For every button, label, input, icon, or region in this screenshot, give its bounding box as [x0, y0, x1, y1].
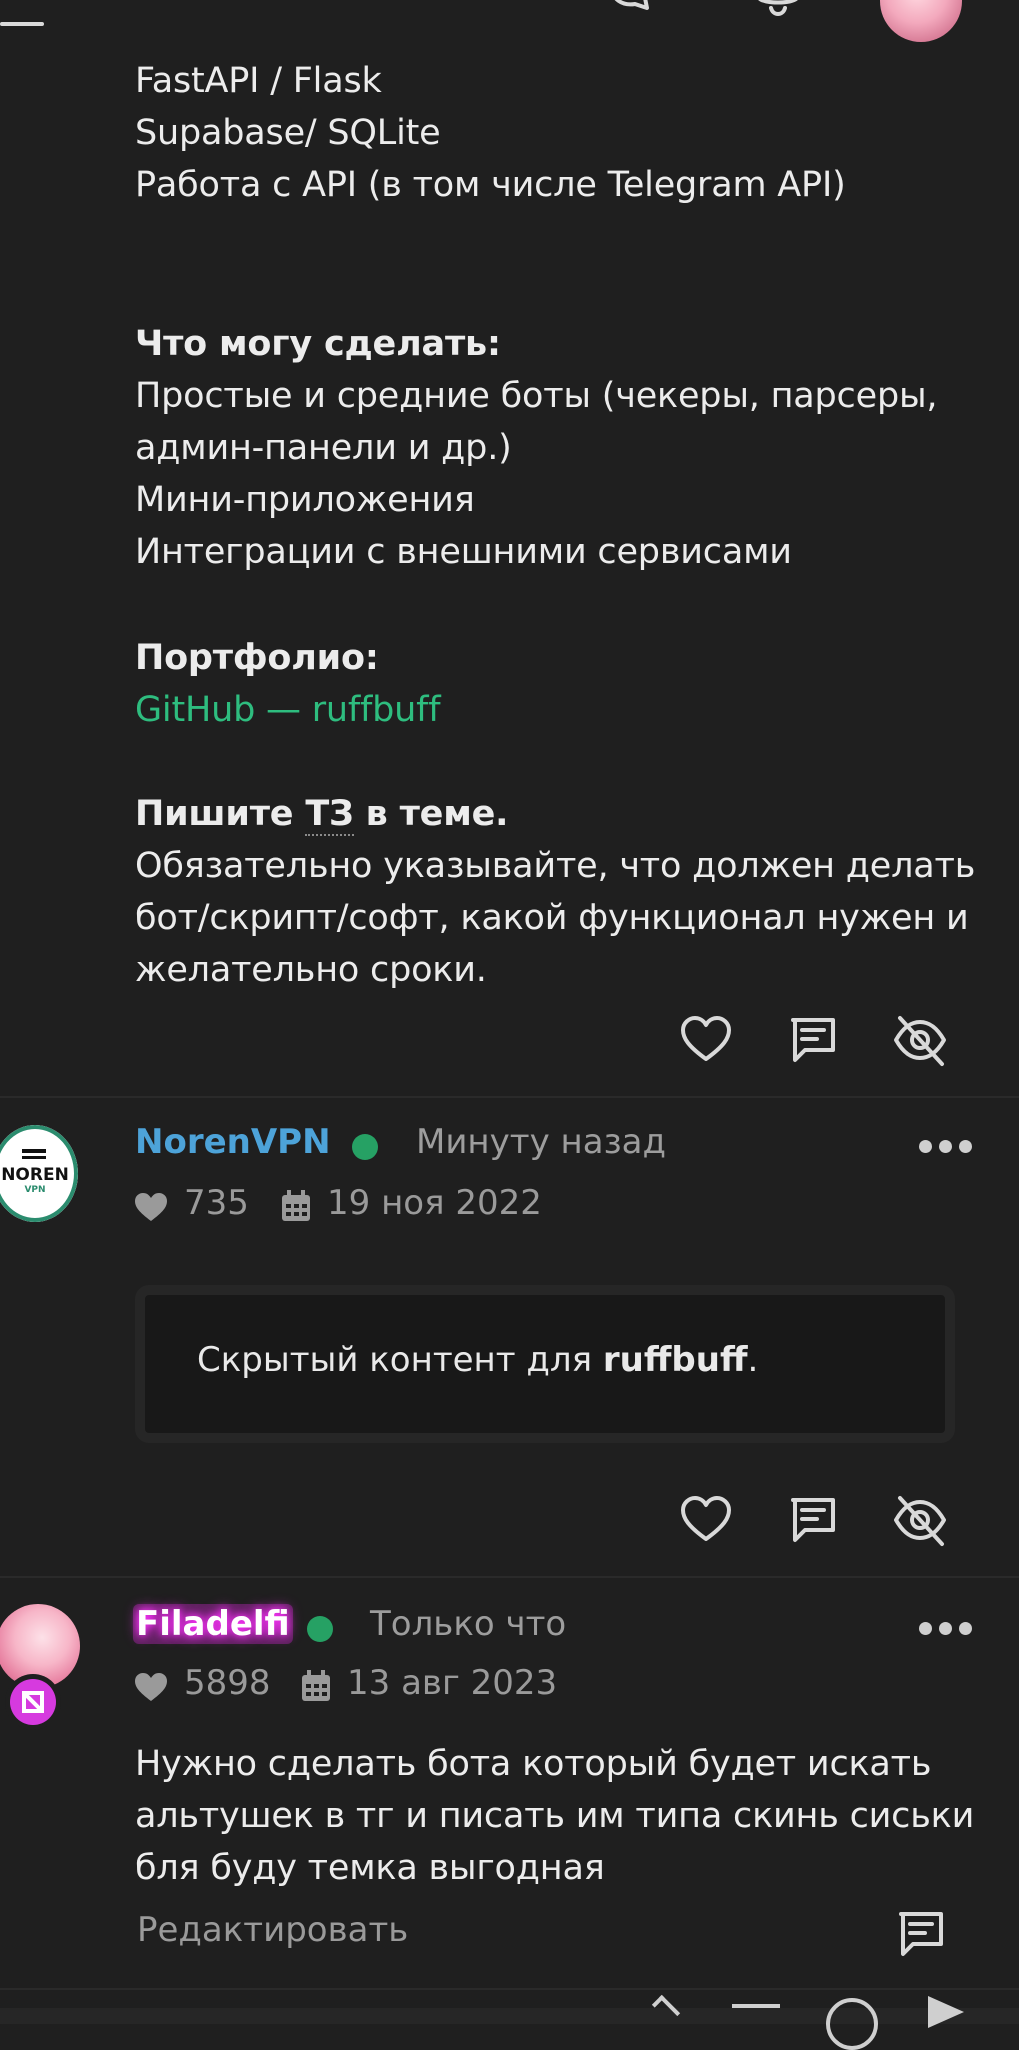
hidden-suffix: . — [747, 1340, 759, 1380]
torii-icon — [22, 1149, 46, 1159]
hidden-content-box: Скрытый контент для ruffbuff. — [135, 1285, 955, 1443]
avatar-subtext: VPN — [24, 1185, 46, 1195]
post-line: Интеграции с внешними сервисами — [135, 532, 792, 572]
hide-button[interactable] — [892, 1492, 948, 1548]
post-line: Обязательно указывайте, что должен делат… — [135, 846, 976, 886]
post-line: Мини-приложения — [135, 480, 475, 520]
more-icon[interactable] — [919, 1622, 973, 1636]
user-avatar[interactable] — [880, 0, 962, 42]
heading-text: в теме. — [353, 794, 509, 834]
eye-off-icon — [894, 1016, 946, 1066]
list-icon[interactable] — [732, 2004, 780, 2008]
edit-link[interactable]: Редактировать — [137, 1910, 408, 1950]
comment-icon — [791, 1018, 835, 1062]
post-time[interactable]: Только что — [370, 1604, 566, 1644]
menu-icon[interactable] — [0, 0, 44, 30]
editor-toolbar — [0, 1994, 1019, 2050]
likes-count: 5898 — [184, 1663, 271, 1703]
divider — [0, 1096, 1019, 1098]
divider — [0, 1576, 1019, 1578]
like-button[interactable] — [678, 1492, 734, 1548]
online-indicator — [307, 1616, 333, 1642]
likes-count: 735 — [184, 1183, 249, 1223]
avatar-text: NOREN — [1, 1165, 69, 1185]
calendar-icon — [281, 1190, 311, 1222]
section-heading: Портфолио: — [135, 638, 379, 678]
eye-off-icon — [894, 1496, 946, 1546]
bell-icon[interactable] — [753, 0, 803, 24]
divider — [0, 1988, 1019, 1990]
online-indicator — [352, 1134, 378, 1160]
send-icon[interactable] — [928, 1996, 964, 2028]
abbr-tz[interactable]: ТЗ — [305, 794, 354, 836]
comment-line: Нужно сделать бота который будет искать — [135, 1744, 932, 1784]
heart-icon — [681, 1016, 731, 1061]
post-time[interactable]: Минуту назад — [416, 1122, 666, 1162]
badge-icon — [10, 1679, 56, 1725]
heart-icon — [134, 1672, 168, 1702]
heading-text: Пишите — [135, 794, 306, 834]
post-line: бот/скрипт/софт, какой функционал нужен … — [135, 898, 969, 938]
post-line: Простые и средние боты (чекеры, парсеры, — [135, 376, 938, 416]
post-body: FastAPI / Flask Supabase/ SQLite Работа … — [135, 55, 975, 211]
heart-icon — [134, 1192, 168, 1222]
section-heading: Пишите ТЗ в теме. — [135, 788, 975, 840]
comment-line: альтушек в тг и писать им типа скинь сис… — [135, 1796, 975, 1836]
avatar-badge — [5, 1674, 61, 1730]
post-section-portfolio: Портфолио: GitHub — ruffbuff — [135, 632, 975, 736]
post-line: админ-панели и др.) — [135, 428, 512, 468]
username[interactable]: NorenVPN — [135, 1122, 331, 1162]
reply-button[interactable] — [893, 1906, 949, 1962]
post-line: Работа с API (в том числе Telegram API) — [135, 165, 846, 205]
section-heading: Что могу сделать: — [135, 324, 501, 364]
comment-icon — [791, 1498, 835, 1542]
avatar[interactable]: NOREN VPN — [0, 1125, 78, 1222]
comment-body: Нужно сделать бота который будет искать … — [135, 1738, 975, 1894]
emoji-icon[interactable] — [826, 1998, 878, 2050]
like-button[interactable] — [678, 1012, 734, 1068]
portfolio-link[interactable]: GitHub — ruffbuff — [135, 684, 975, 736]
post-line: FastAPI / Flask — [135, 61, 382, 101]
joined-date: 19 ноя 2022 — [327, 1183, 542, 1223]
comment-icon — [899, 1912, 943, 1956]
top-bar — [0, 0, 1019, 44]
post-section-tz: Пишите ТЗ в теме. Обязательно указывайте… — [135, 788, 975, 996]
hidden-prefix: Скрытый контент для — [197, 1340, 603, 1380]
joined-date: 13 авг 2023 — [347, 1663, 558, 1703]
more-icon[interactable] — [919, 1140, 973, 1154]
chat-icon[interactable] — [607, 0, 657, 22]
post-line: желательно сроки. — [135, 950, 487, 990]
post-section-can-do: Что могу сделать: Простые и средние боты… — [135, 318, 975, 578]
arrow-up-icon[interactable] — [651, 1994, 681, 2024]
calendar-icon — [301, 1670, 331, 1702]
reply-button[interactable] — [785, 1012, 841, 1068]
heart-icon — [681, 1496, 731, 1541]
comment-line: бля буду темка выгодная — [135, 1848, 605, 1888]
hide-button[interactable] — [892, 1012, 948, 1068]
reply-button[interactable] — [785, 1492, 841, 1548]
username[interactable]: Filadelfi — [133, 1604, 293, 1644]
hidden-user: ruffbuff — [602, 1340, 748, 1380]
post-line: Supabase/ SQLite — [135, 113, 441, 153]
hidden-content-text: Скрытый контент для ruffbuff. — [197, 1340, 758, 1380]
